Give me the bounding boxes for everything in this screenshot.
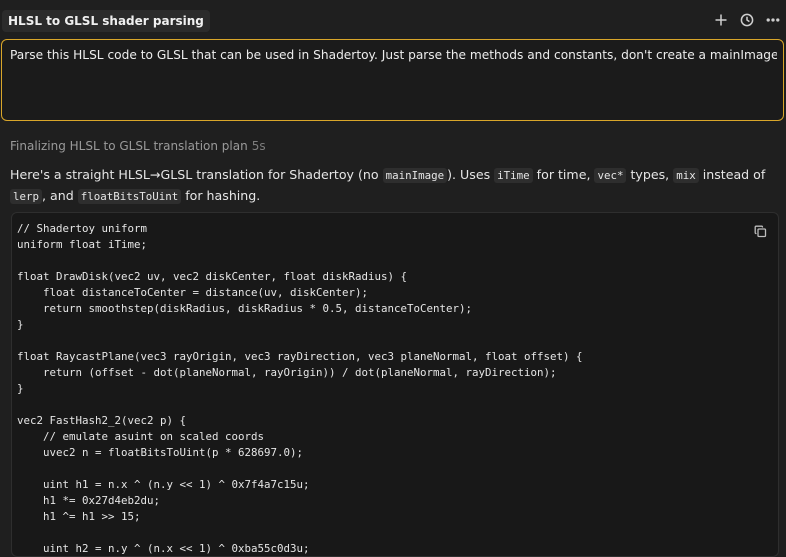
code-line: h1 ^= h1 >> 15; xyxy=(17,510,141,523)
code-line: // Shadertoy uniform xyxy=(17,222,148,235)
code-line: uint h1 = n.x ^ (n.y << 1) ^ 0x7f4a7c15u… xyxy=(17,478,310,491)
top-bar: HLSL to GLSL shader parsing xyxy=(0,0,786,40)
inline-code: vec* xyxy=(594,168,627,183)
answer-text: for hashing. xyxy=(181,188,261,203)
answer-text: for time, xyxy=(532,167,595,182)
answer-text: , and xyxy=(42,188,78,203)
code-line: uint h2 = n.y ^ (n.x << 1) ^ 0xba55c0d3u… xyxy=(17,542,310,555)
code-line: uniform float iTime; xyxy=(17,238,148,251)
chat-title-tab[interactable]: HLSL to GLSL shader parsing xyxy=(2,10,210,32)
code-line: float distanceToCenter = distance(uv, di… xyxy=(17,286,369,299)
code-line: vec2 FastHash2_2(vec2 p) { xyxy=(17,414,187,427)
inline-code: lerp xyxy=(10,189,43,204)
answer-text: types, xyxy=(626,167,674,182)
answer-text: Here's a straight HLSL→GLSL translation … xyxy=(10,167,383,182)
status-label: Finalizing HLSL to GLSL translation plan xyxy=(10,139,248,153)
code-block: // Shadertoy uniform uniform float iTime;… xyxy=(11,212,779,557)
copy-icon[interactable] xyxy=(754,223,768,238)
code-line: return (offset - dot(planeNormal, rayOri… xyxy=(17,366,557,379)
inline-code: mainImage xyxy=(382,168,448,183)
top-actions xyxy=(712,9,782,31)
code-line: uvec2 n = floatBitsToUint(p * 628697.0); xyxy=(17,446,304,459)
code-line: h1 *= 0x27d4eb2du; xyxy=(17,494,161,507)
history-icon[interactable] xyxy=(738,9,756,31)
code-line: return smoothstep(diskRadius, diskRadius… xyxy=(17,302,473,315)
code-line: } xyxy=(17,318,24,331)
code-line: // emulate asuint on scaled coords xyxy=(17,430,265,443)
inline-code: iTime xyxy=(494,168,533,183)
thinking-status[interactable]: Finalizing HLSL to GLSL translation plan… xyxy=(10,139,266,153)
inline-code: floatBitsToUint xyxy=(77,189,182,204)
more-icon[interactable] xyxy=(764,9,782,31)
plus-icon[interactable] xyxy=(712,9,730,31)
code-line: } xyxy=(17,382,24,395)
status-time: 5s xyxy=(251,139,266,153)
assistant-answer: Here's a straight HLSL→GLSL translation … xyxy=(10,165,780,207)
inline-code: mix xyxy=(673,168,699,183)
code-line: float DrawDisk(vec2 uv, vec2 diskCenter,… xyxy=(17,270,408,283)
prompt-text: Parse this HLSL code to GLSL that can be… xyxy=(10,48,777,62)
code-line: float RaycastPlane(vec3 rayOrigin, vec3 … xyxy=(17,350,583,363)
prompt-box[interactable]: Parse this HLSL code to GLSL that can be… xyxy=(1,39,784,121)
answer-text: instead of xyxy=(698,167,766,182)
answer-text: ). Uses xyxy=(447,167,495,182)
code-lines: // Shadertoy uniform uniform float iTime;… xyxy=(17,221,583,556)
